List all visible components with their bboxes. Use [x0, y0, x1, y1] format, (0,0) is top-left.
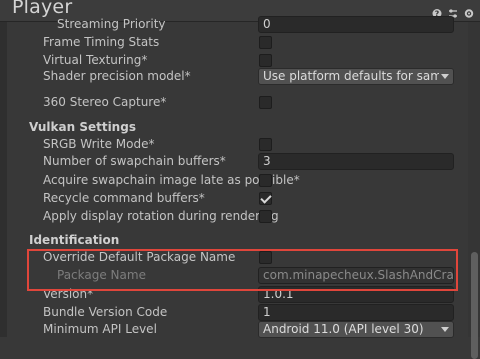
display-rotation-label: Apply display rotation during rendering: [43, 209, 279, 223]
override-package-label: Override Default Package Name: [43, 250, 236, 264]
presets-icon[interactable]: [448, 4, 458, 18]
bundle-version-label: Bundle Version Code: [43, 305, 168, 319]
streaming-priority-label: Streaming Priority: [57, 17, 166, 31]
vertical-scrollbar[interactable]: [468, 22, 480, 359]
bundle-version-field[interactable]: 1: [258, 304, 454, 321]
player-settings-list: Streaming Priority 0 Frame Timing Stats …: [0, 16, 468, 339]
scrollbar-thumb[interactable]: [471, 252, 478, 359]
row-version: Version* 1.0.1: [0, 286, 468, 304]
swapchain-buffers-label: Number of swapchain buffers*: [43, 154, 226, 168]
chevron-down-icon: [441, 74, 449, 79]
row-bundle-version: Bundle Version Code 1: [0, 304, 468, 322]
row-streaming-priority: Streaming Priority 0: [0, 16, 468, 34]
help-icon[interactable]: ?: [432, 4, 442, 19]
override-package-checkbox[interactable]: [259, 251, 272, 264]
row-override-package: Override Default Package Name: [0, 249, 468, 267]
row-min-api: Minimum API Level Android 11.0 (API leve…: [0, 321, 468, 339]
srgb-write-checkbox[interactable]: [259, 138, 272, 151]
frame-timing-checkbox[interactable]: [259, 36, 272, 49]
header-icons: ?: [432, 4, 474, 19]
shader-precision-value: Use platform defaults for sampler pre: [263, 69, 439, 83]
min-api-label: Minimum API Level: [43, 322, 157, 336]
chevron-down-icon: [441, 327, 449, 332]
swapchain-buffers-field[interactable]: 3: [258, 153, 454, 170]
display-rotation-checkbox[interactable]: [259, 210, 272, 223]
row-srgb-write: SRGB Write Mode*: [0, 136, 468, 154]
srgb-write-label: SRGB Write Mode*: [43, 137, 155, 151]
streaming-priority-field[interactable]: 0: [258, 16, 454, 33]
min-api-dropdown[interactable]: Android 11.0 (API level 30): [258, 321, 454, 338]
row-stereo-capture: 360 Stereo Capture*: [0, 94, 468, 112]
virtual-texturing-label: Virtual Texturing*: [43, 53, 148, 67]
row-display-rotation: Apply display rotation during rendering: [0, 208, 468, 226]
stereo-capture-checkbox[interactable]: [259, 96, 272, 109]
version-field[interactable]: 1.0.1: [258, 286, 454, 303]
row-swapchain-buffers: Number of swapchain buffers* 3: [0, 153, 468, 171]
recycle-buffers-checkbox[interactable]: [259, 192, 272, 205]
virtual-texturing-checkbox[interactable]: [259, 54, 272, 67]
acquire-swapchain-checkbox[interactable]: [259, 174, 272, 187]
row-acquire-swapchain: Acquire swapchain image late as possible…: [0, 172, 468, 190]
settings-icon[interactable]: [464, 4, 474, 18]
section-vulkan-settings: Vulkan Settings: [29, 120, 136, 134]
row-recycle-buffers: Recycle command buffers*: [0, 190, 468, 208]
shader-precision-label: Shader precision model*: [43, 69, 191, 83]
package-name-label: Package Name: [57, 268, 146, 282]
min-api-value: Android 11.0 (API level 30): [263, 322, 424, 336]
stereo-capture-label: 360 Stereo Capture*: [43, 95, 167, 109]
shader-precision-dropdown[interactable]: Use platform defaults for sampler pre: [258, 68, 454, 85]
row-shader-precision: Shader precision model* Use platform def…: [0, 68, 468, 86]
row-frame-timing: Frame Timing Stats: [0, 34, 468, 52]
section-identification: Identification: [29, 233, 120, 247]
row-package-name: Package Name com.minapecheux.SlashAndCra…: [0, 267, 468, 285]
recycle-buffers-label: Recycle command buffers*: [43, 191, 205, 205]
version-label: Version*: [43, 287, 94, 301]
package-name-field[interactable]: com.minapecheux.SlashAndCrack: [258, 267, 454, 284]
frame-timing-label: Frame Timing Stats: [43, 35, 160, 49]
